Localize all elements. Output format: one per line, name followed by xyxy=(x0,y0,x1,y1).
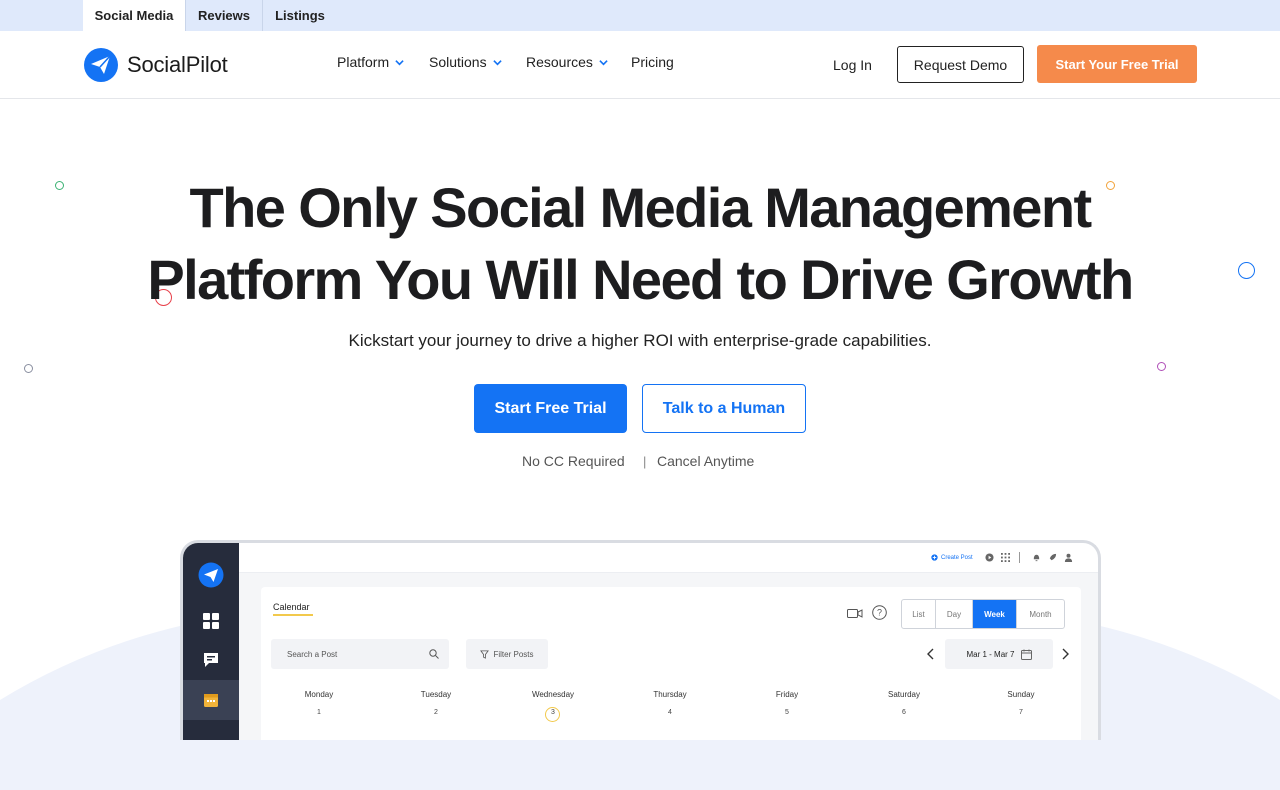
tab-listings[interactable]: Listings xyxy=(263,0,337,31)
view-day-button[interactable]: Day xyxy=(936,600,973,628)
app-sidebar xyxy=(183,543,239,740)
chevron-down-icon xyxy=(395,59,404,65)
view-switcher: List Day Week Month xyxy=(901,599,1065,629)
day-number[interactable]: 6 xyxy=(854,709,954,716)
talk-to-human-button[interactable]: Talk to a Human xyxy=(642,384,806,433)
hero-title: The Only Social Media Management Platfor… xyxy=(0,172,1280,316)
note-separator: | xyxy=(643,454,647,469)
hero-title-line: Platform You Will Need to Drive Growth xyxy=(147,248,1134,311)
tab-label: Listings xyxy=(275,8,325,23)
view-list-button[interactable]: List xyxy=(902,600,936,628)
product-tabs-bar: Social Media Reviews Listings xyxy=(0,0,1280,31)
paper-plane-logo-icon xyxy=(84,48,118,82)
tab-label: Social Media xyxy=(94,8,174,23)
calendar-title: Calendar xyxy=(273,602,310,612)
brand-name: SocialPilot xyxy=(127,52,228,77)
date-range-label: Mar 1 - Mar 7 xyxy=(966,649,1015,659)
topbar-divider xyxy=(1019,552,1020,563)
nav-label: Resources xyxy=(526,54,593,70)
day-header: Friday xyxy=(775,690,799,699)
view-month-button[interactable]: Month xyxy=(1017,600,1064,628)
login-link[interactable]: Log In xyxy=(833,57,872,73)
day-header: Saturday xyxy=(887,690,921,699)
calendar-title-underline xyxy=(273,614,313,616)
day-header: Monday xyxy=(304,690,334,699)
tab-social-media[interactable]: Social Media xyxy=(83,0,185,31)
svg-text:?: ? xyxy=(877,608,882,618)
calendar-small-icon xyxy=(1020,649,1032,660)
no-cc-note: No CC Required xyxy=(522,453,625,469)
brand-logo[interactable]: SocialPilot xyxy=(83,47,228,83)
nav-resources[interactable]: Resources xyxy=(526,54,608,70)
request-demo-button[interactable]: Request Demo xyxy=(897,46,1024,83)
dashboard-grid-icon[interactable] xyxy=(197,607,225,635)
filter-icon xyxy=(480,649,490,659)
day-number-today[interactable]: 3 xyxy=(503,709,603,716)
filter-label: Filter Posts xyxy=(493,649,534,659)
plus-circle-icon xyxy=(931,554,938,561)
cancel-anytime-note: Cancel Anytime xyxy=(657,453,755,469)
nav-pricing[interactable]: Pricing xyxy=(631,54,674,70)
video-icon[interactable] xyxy=(847,608,863,619)
day-number[interactable]: 1 xyxy=(269,709,369,716)
day-number[interactable]: 7 xyxy=(971,709,1071,716)
nav-label: Solutions xyxy=(429,54,487,70)
chevron-right-icon[interactable] xyxy=(1059,647,1071,661)
help-icon[interactable]: ? xyxy=(872,605,887,620)
day-header: Thursday xyxy=(653,690,687,699)
app-topbar: Create Post xyxy=(239,543,1098,573)
filter-posts-button[interactable]: Filter Posts xyxy=(466,639,548,669)
decor-dot xyxy=(24,364,33,373)
day-number[interactable]: 2 xyxy=(386,709,486,716)
decor-dot xyxy=(1157,362,1166,371)
day-number[interactable]: 4 xyxy=(620,709,720,716)
rocket-icon[interactable] xyxy=(1048,553,1057,562)
chevron-left-icon[interactable] xyxy=(925,647,937,661)
search-post-input[interactable]: Search a Post xyxy=(271,639,449,669)
hero-title-line: The Only Social Media Management xyxy=(189,176,1092,239)
apps-grid-icon[interactable] xyxy=(1001,553,1010,562)
start-free-trial-top-button[interactable]: Start Your Free Trial xyxy=(1037,45,1197,83)
nav-platform[interactable]: Platform xyxy=(337,54,404,70)
app-body: Calendar ? List Day Week Month Search a … xyxy=(239,573,1098,740)
create-post-label: Create Post xyxy=(941,554,973,561)
nav-label: Pricing xyxy=(631,54,674,70)
start-free-trial-button[interactable]: Start Free Trial xyxy=(474,384,627,433)
calendar-icon[interactable] xyxy=(197,686,225,714)
day-header: Tuesday xyxy=(420,690,452,699)
nav-label: Platform xyxy=(337,54,390,70)
bell-icon[interactable] xyxy=(1032,553,1041,562)
chevron-down-icon xyxy=(492,59,502,65)
view-week-button[interactable]: Week xyxy=(973,600,1017,628)
create-post-button[interactable]: Create Post xyxy=(931,554,973,561)
day-number[interactable]: 5 xyxy=(737,709,837,716)
main-navbar: SocialPilot Platform Solutions Resources… xyxy=(0,31,1280,99)
search-icon xyxy=(429,649,439,659)
calendar-card: Calendar ? List Day Week Month Search a … xyxy=(261,587,1081,740)
chevron-down-icon xyxy=(599,59,608,65)
tab-reviews[interactable]: Reviews xyxy=(186,0,262,31)
nav-solutions[interactable]: Solutions xyxy=(429,54,502,70)
user-icon[interactable] xyxy=(1064,553,1073,562)
date-range-picker[interactable]: Mar 1 - Mar 7 xyxy=(945,639,1053,669)
posts-icon[interactable] xyxy=(197,646,225,674)
search-placeholder: Search a Post xyxy=(287,649,338,659)
play-icon[interactable] xyxy=(985,553,994,562)
paper-plane-logo-icon xyxy=(197,561,225,589)
day-header: Sunday xyxy=(1007,690,1035,699)
day-header: Wednesday xyxy=(531,690,575,699)
app-preview-frame: Create Post Calendar ? List Day Week Mon… xyxy=(180,540,1101,740)
tab-label: Reviews xyxy=(197,8,251,23)
hero-subtitle: Kickstart your journey to drive a higher… xyxy=(348,331,932,350)
